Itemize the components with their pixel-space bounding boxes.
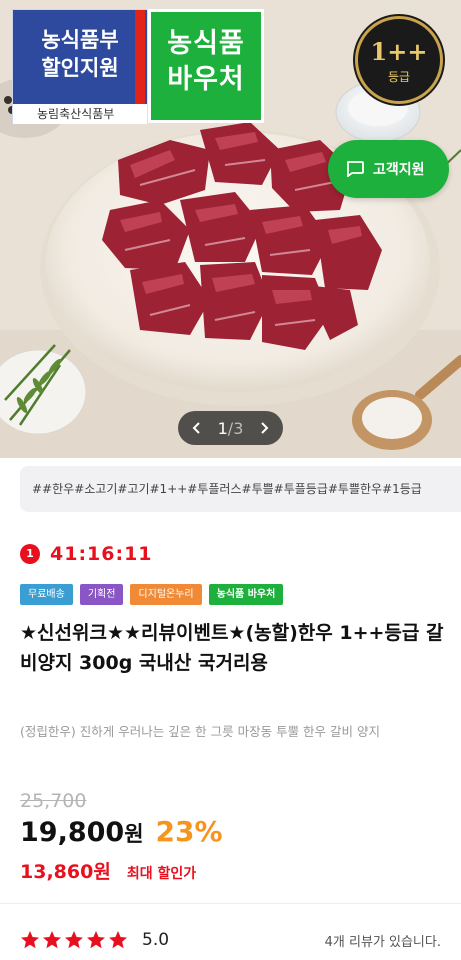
star-icon xyxy=(65,931,83,949)
sale-price-row: 19,800 원 23% xyxy=(20,815,223,848)
voucher-badge-line1: 농식품 xyxy=(167,28,245,59)
grade-value: 1++ xyxy=(370,37,428,66)
voucher-badge-line2: 바우처 xyxy=(167,64,245,95)
grade-badge: 1++ 등급 xyxy=(355,16,443,104)
max-discount-label: 최대 할인가 xyxy=(126,866,197,882)
star-icon xyxy=(43,931,61,949)
max-discount-row: 13,860원 최대 할인가 xyxy=(20,857,196,884)
hashtag-list[interactable]: ##한우#소고기#고기#1++#투플러스#투쁠#투플등급#투쁠한우#1등급 xyxy=(20,466,461,512)
timer-clock-icon: 1 xyxy=(20,544,40,564)
chip-voucher: 농식품 바우처 xyxy=(208,584,284,605)
ministry-badge-accent xyxy=(135,10,145,104)
discount-rate: 23% xyxy=(155,815,223,848)
rating-score: 5.0 xyxy=(142,930,170,950)
voucher-badge: 농식품 바우처 xyxy=(148,9,264,123)
countdown-time: 41:16:11 xyxy=(50,543,153,565)
pager-current: 1 xyxy=(217,418,228,438)
review-count[interactable]: 4개 리뷰가 있습니다. xyxy=(325,931,441,950)
customer-support-button[interactable]: 고객지원 xyxy=(328,140,449,198)
chevron-right-icon[interactable] xyxy=(259,421,269,435)
grade-label: 등급 xyxy=(387,70,411,84)
chip-free-shipping: 무료배송 xyxy=(20,584,73,605)
star-icon xyxy=(21,931,39,949)
star-icon xyxy=(109,931,127,949)
max-discount-price: 13,860원 xyxy=(20,861,111,883)
pager-total: /3 xyxy=(227,418,244,438)
chip-digital-onnuri: 디지털온누리 xyxy=(130,584,202,605)
ministry-badge-footer: 농림축산식품부 xyxy=(13,104,147,124)
rating-summary[interactable]: 5.0 4개 리뷰가 있습니다. xyxy=(20,926,441,954)
original-price: 25,700 xyxy=(20,790,87,812)
star-rating xyxy=(20,930,128,950)
ministry-badge-line1: 농식품부 xyxy=(41,28,119,52)
ministry-badge-title: 농식품부 할인지원 xyxy=(13,10,147,104)
star-icon xyxy=(87,931,105,949)
product-description: (정립한우) 진하게 우러나는 깊은 한 그릇 마장동 투뿔 한우 갈비 양지 xyxy=(20,724,380,739)
product-image-carousel[interactable]: 농식품부 할인지원 농림축산식품부 농식품 바우처 1++ 등급 고객지원 1/… xyxy=(0,0,461,458)
section-divider xyxy=(0,903,461,904)
chat-bubble-icon xyxy=(346,161,364,177)
ministry-badge-line2: 할인지원 xyxy=(41,56,119,80)
carousel-pager: 1/3 xyxy=(178,411,283,445)
sale-price: 19,800 xyxy=(20,817,125,848)
product-title: ★신선위크★★리뷰이벤트★(농할)한우 1++등급 갈비양지 300g 국내산 … xyxy=(20,622,444,674)
benefit-chips: 무료배송 기획전 디지털온누리 농식품 바우처 xyxy=(20,584,284,605)
chevron-left-icon[interactable] xyxy=(192,421,202,435)
deal-countdown: 1 41:16:11 xyxy=(20,542,153,566)
ministry-discount-badge: 농식품부 할인지원 농림축산식품부 xyxy=(12,9,147,124)
customer-support-label: 고객지원 xyxy=(373,162,425,178)
chip-promotion: 기획전 xyxy=(79,584,124,605)
currency-unit: 원 xyxy=(124,822,144,846)
hashtag-bar[interactable]: ##한우#소고기#고기#1++#투플러스#투쁠#투플등급#투쁠한우#1등급 xyxy=(0,466,461,512)
